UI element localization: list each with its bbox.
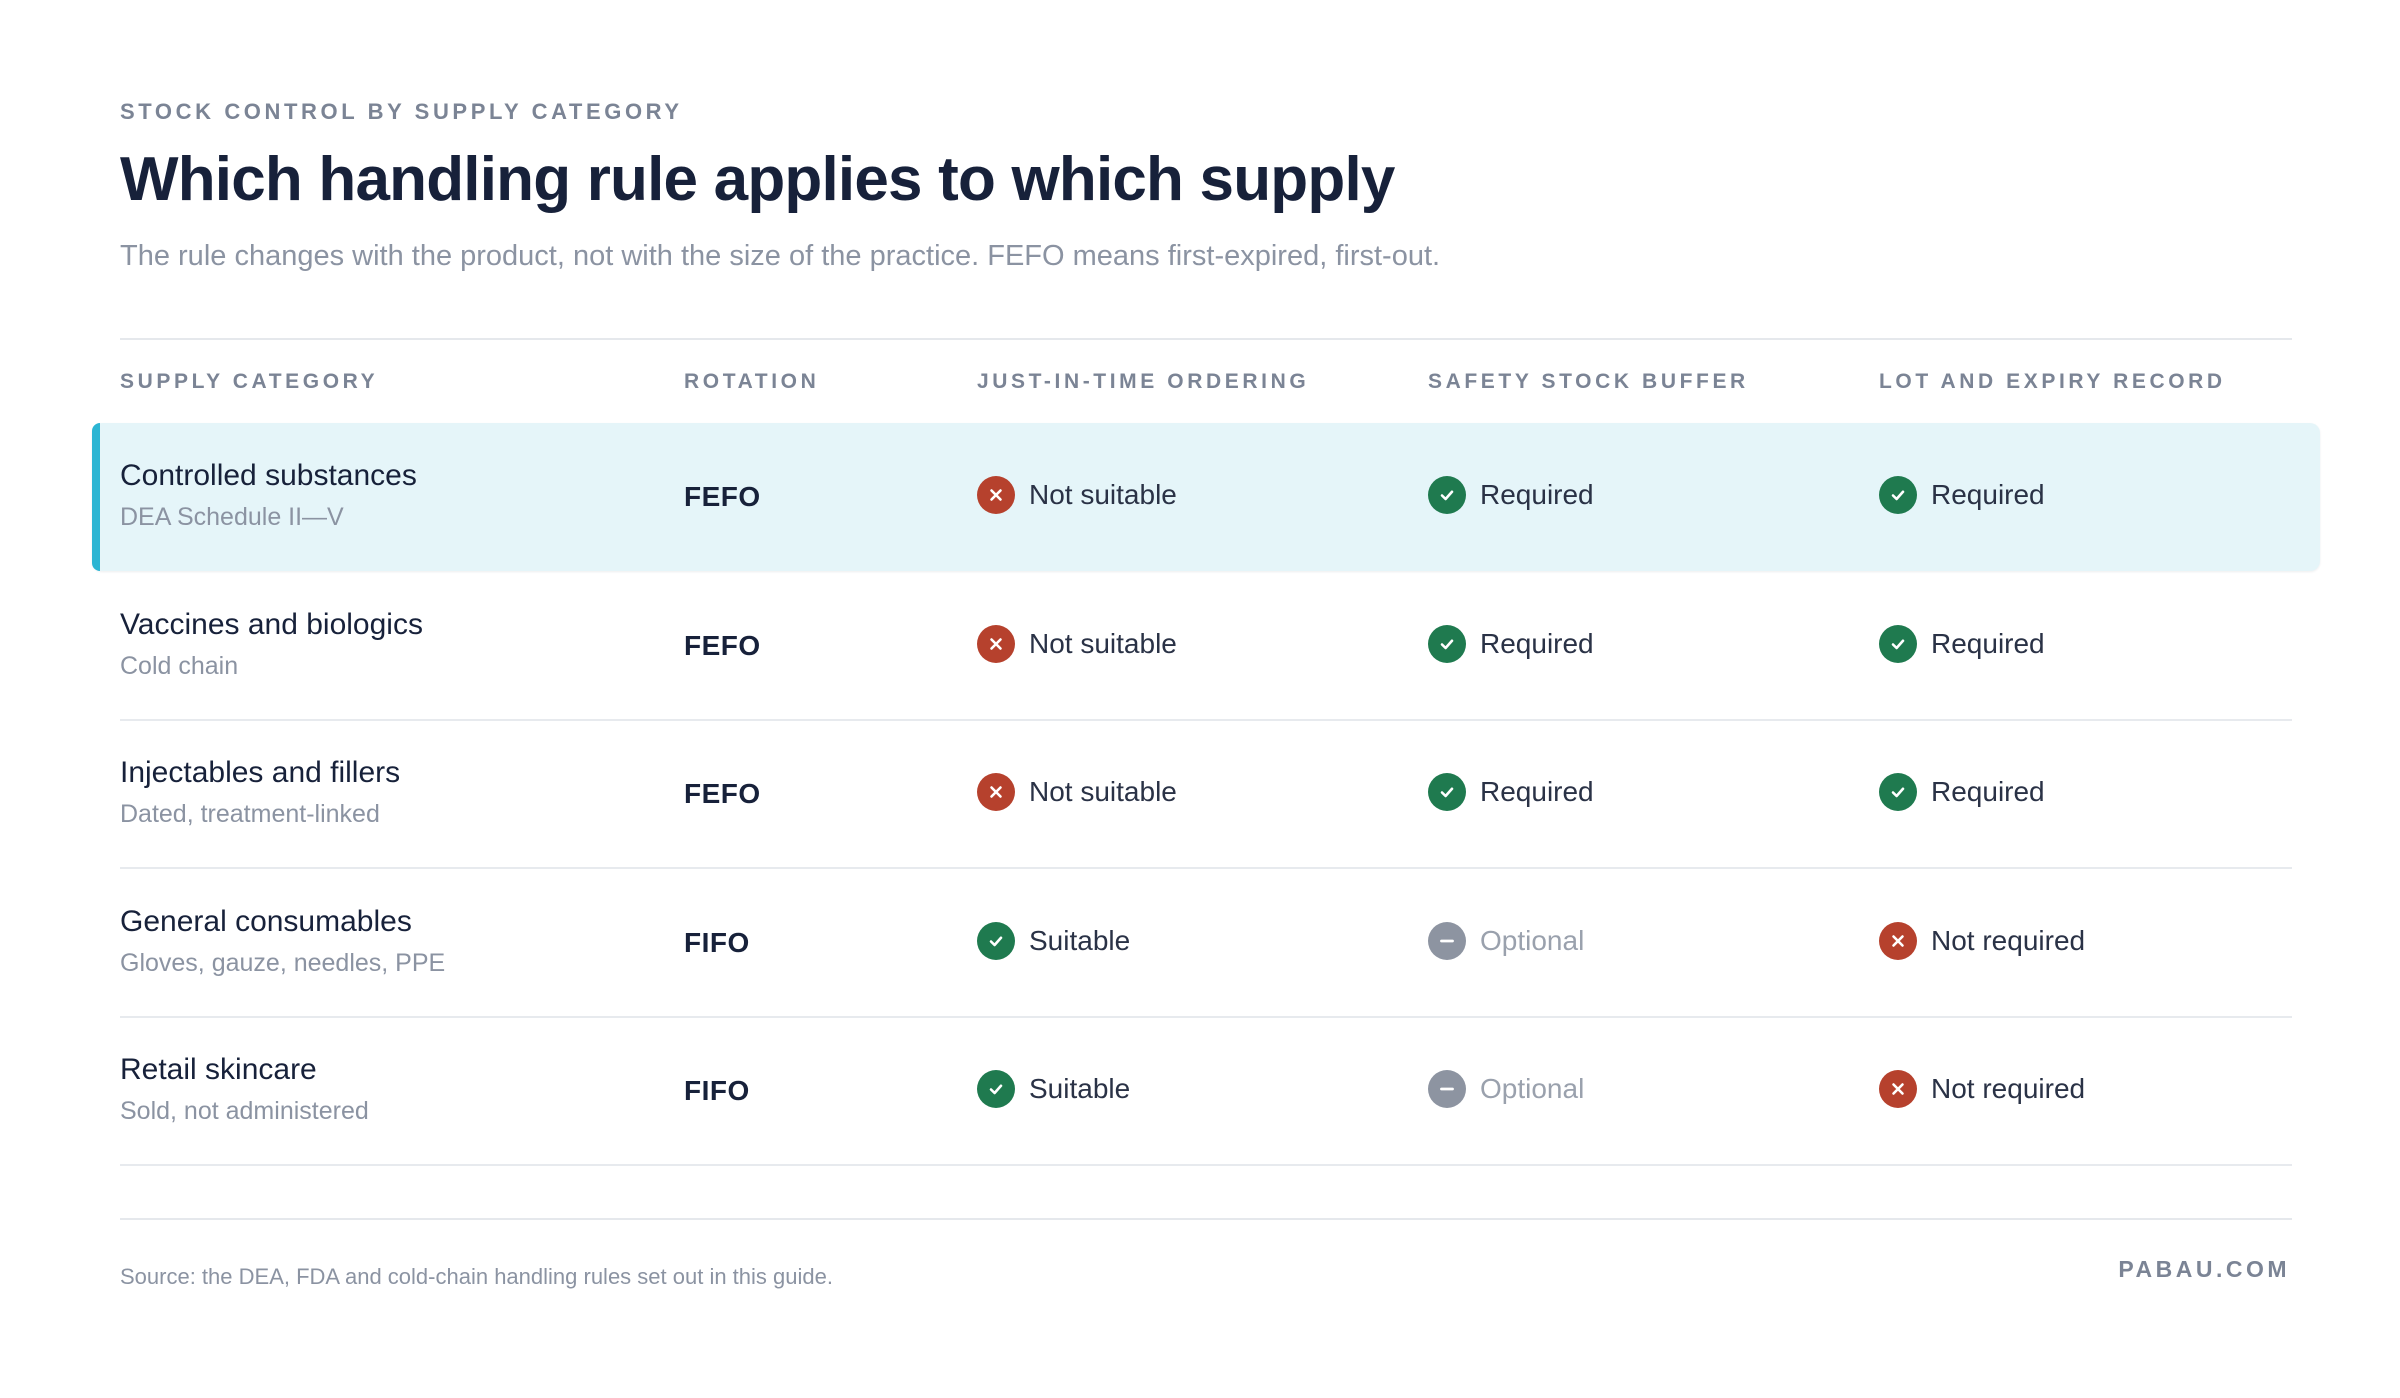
page: STOCK CONTROL BY SUPPLY CATEGORY Which h…	[0, 0, 2400, 1398]
eyebrow: STOCK CONTROL BY SUPPLY CATEGORY	[120, 99, 683, 124]
status-label: Required	[1480, 479, 1594, 510]
minus-icon	[1428, 1070, 1466, 1108]
lot-expiry-status: Not required	[1879, 921, 2085, 961]
status-label: Required	[1931, 479, 2045, 510]
check-icon	[977, 921, 1015, 960]
jit-ordering-status: Not suitable	[977, 475, 1177, 515]
category-detail: DEA Schedule II—V	[120, 503, 344, 531]
table-row: General consumables Gloves, gauze, needle…	[120, 869, 2292, 1018]
column-header-supply-category: SUPPLY CATEGORY	[120, 370, 379, 393]
category-detail: Sold, not administered	[120, 1097, 369, 1125]
source-note: Source: the DEA, FDA and cold-chain hand…	[120, 1264, 833, 1289]
lot-expiry-status: Not required	[1879, 1069, 2085, 1109]
jit-ordering-status: Suitable	[977, 1069, 1130, 1109]
rotation-value: FEFO	[684, 481, 761, 512]
column-header-lot-expiry: LOT AND EXPIRY RECORD	[1879, 370, 2226, 393]
category-name: Retail skincare	[120, 1053, 317, 1086]
minus-icon	[1428, 921, 1466, 960]
category-detail: Dated, treatment-linked	[120, 800, 380, 828]
divider	[120, 338, 2292, 340]
check-icon	[1879, 773, 1917, 811]
safety-stock-status: Optional	[1428, 1069, 1584, 1109]
highlighted-row-accent	[92, 423, 100, 571]
cross-icon	[1879, 921, 1917, 960]
status-label: Optional	[1480, 924, 1585, 956]
page-subtitle: The rule changes with the product, not w…	[120, 240, 1441, 272]
cross-icon	[977, 476, 1015, 514]
check-icon	[1428, 773, 1466, 811]
category-name: Vaccines and biologics	[120, 607, 423, 641]
safety-stock-status: Optional	[1428, 921, 1584, 961]
status-label: Optional	[1480, 1073, 1585, 1104]
divider	[120, 1218, 2292, 1220]
brand-logo: PABAU.COM	[2118, 1256, 2290, 1282]
safety-stock-status: Required	[1428, 772, 1594, 812]
cross-icon	[1879, 1070, 1917, 1108]
lot-expiry-status: Required	[1879, 772, 2045, 812]
status-label: Not required	[1931, 924, 2086, 956]
rotation-value: FIFO	[684, 1075, 750, 1106]
check-icon	[1428, 624, 1466, 663]
column-header-safety-stock: SAFETY STOCK BUFFER	[1428, 370, 1749, 393]
category-name: General consumables	[120, 904, 412, 938]
safety-stock-status: Required	[1428, 624, 1594, 664]
status-label: Not suitable	[1029, 479, 1177, 510]
status-label: Suitable	[1029, 1073, 1131, 1104]
table-row: Retail skincare Sold, not administered FIF…	[120, 1017, 2292, 1166]
check-icon	[1879, 624, 1917, 663]
lot-expiry-status: Required	[1879, 624, 2045, 664]
status-label: Required	[1480, 776, 1594, 807]
page-title: Which handling rule applies to which sup…	[120, 145, 1395, 214]
status-label: Required	[1931, 776, 2045, 807]
status-label: Suitable	[1029, 924, 1131, 956]
status-label: Required	[1480, 627, 1594, 659]
cross-icon	[977, 624, 1015, 663]
lot-expiry-status: Required	[1879, 475, 2045, 515]
jit-ordering-status: Suitable	[977, 921, 1130, 961]
check-icon	[1428, 476, 1466, 514]
category-detail: Gloves, gauze, needles, PPE	[120, 948, 446, 977]
category-name: Injectables and fillers	[120, 756, 401, 789]
table-row: Vaccines and biologics Cold chain FEFO Not …	[120, 572, 2292, 721]
column-header-rotation: ROTATION	[684, 370, 820, 393]
cross-icon	[977, 773, 1015, 811]
jit-ordering-status: Not suitable	[977, 772, 1177, 812]
safety-stock-status: Required	[1428, 475, 1594, 515]
check-icon	[977, 1070, 1015, 1108]
rotation-value: FIFO	[684, 926, 750, 958]
status-label: Not required	[1931, 1073, 2086, 1104]
table-header: SUPPLY CATEGORY ROTATION JUST-IN-TIME OR…	[120, 370, 2292, 410]
column-header-jit-ordering: JUST-IN-TIME ORDERING	[977, 370, 1310, 393]
category-name: Controlled substances	[120, 459, 417, 492]
status-label: Required	[1931, 627, 2045, 659]
rotation-value: FEFO	[684, 629, 761, 661]
table-row: Controlled substances DEA Schedule II—V FE…	[120, 423, 2292, 572]
table-row: Injectables and fillers Dated, treatment-…	[120, 720, 2292, 869]
jit-ordering-status: Not suitable	[977, 624, 1177, 664]
category-detail: Cold chain	[120, 651, 239, 680]
rotation-value: FEFO	[684, 778, 761, 809]
status-label: Not suitable	[1029, 776, 1177, 807]
check-icon	[1879, 476, 1917, 514]
status-label: Not suitable	[1029, 627, 1177, 659]
